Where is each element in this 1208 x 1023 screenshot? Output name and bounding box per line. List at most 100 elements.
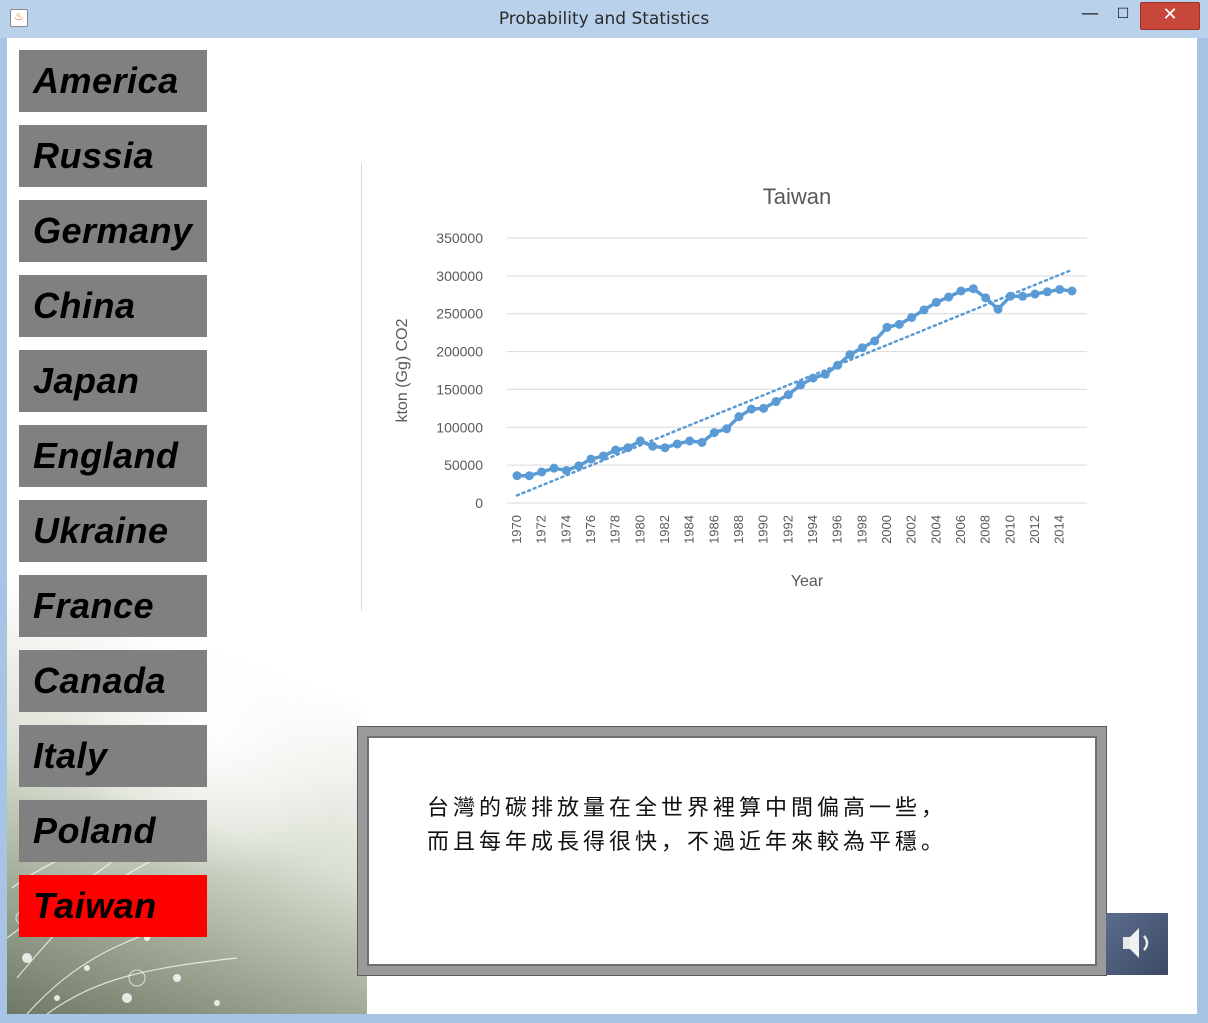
trendline — [515, 268, 1074, 497]
data-point — [623, 443, 633, 453]
x-tick-label: 1986 — [706, 515, 721, 544]
data-point — [1030, 289, 1040, 299]
data-point — [931, 297, 941, 307]
chart-panel: Taiwan 0 50000 100000 150000 200000 250000 3000… — [361, 163, 1121, 613]
country-button-label: Italy — [33, 735, 108, 776]
data-point — [524, 471, 534, 481]
data-point — [1042, 287, 1052, 297]
country-button-england[interactable]: England — [19, 425, 207, 487]
data-point — [882, 322, 892, 332]
country-button-label: Canada — [33, 660, 167, 701]
description-box: 台灣的碳排放量在全世界裡算中間偏高一些， 而且每年成長得很快，不過近年來較為平穩… — [367, 736, 1097, 966]
main-panel: America Russia Germany China Japan England Ukr… — [7, 38, 1197, 1014]
data-point — [574, 461, 584, 471]
data-point — [561, 465, 571, 475]
data-point — [1067, 286, 1077, 296]
description-panel: 台灣的碳排放量在全世界裡算中間偏高一些， 而且每年成長得很快，不過近年來較為平穩… — [357, 726, 1107, 976]
data-point — [968, 284, 978, 294]
data-point — [870, 336, 880, 346]
country-button-taiwan[interactable]: Taiwan — [19, 875, 207, 937]
country-button-germany[interactable]: Germany — [19, 200, 207, 262]
y-tick-label: 350000 — [436, 230, 483, 246]
x-tick-label: 2010 — [1002, 515, 1017, 544]
data-point — [598, 451, 608, 461]
country-button-label: America — [33, 60, 179, 101]
data-point — [759, 403, 769, 413]
data-point — [537, 467, 547, 477]
country-button-canada[interactable]: Canada — [19, 650, 207, 712]
data-point — [1005, 291, 1015, 301]
data-point — [919, 305, 929, 315]
data-point — [1018, 291, 1028, 301]
data-point — [857, 343, 867, 353]
y-axis-title: kton (Gg) CO2 — [394, 318, 411, 422]
speaker-button[interactable] — [1106, 913, 1168, 975]
x-tick-label: 1988 — [731, 515, 746, 544]
x-axis-title: Year — [791, 573, 824, 590]
x-tick-label: 1994 — [805, 515, 820, 544]
y-tick-label: 100000 — [436, 419, 483, 435]
close-button[interactable]: ✕ — [1140, 2, 1200, 30]
y-tick-label: 50000 — [444, 457, 483, 473]
data-point — [512, 471, 522, 481]
y-tick-label: 200000 — [436, 344, 483, 360]
x-tick-label: 2000 — [879, 515, 894, 544]
x-tick-label: 1996 — [830, 515, 845, 544]
data-point — [709, 428, 719, 438]
country-button-poland[interactable]: Poland — [19, 800, 207, 862]
window-title: Probability and Statistics — [498, 9, 710, 29]
data-point — [771, 397, 781, 407]
x-tick-label: 2014 — [1052, 515, 1067, 544]
country-button-russia[interactable]: Russia — [19, 125, 207, 187]
country-button-america[interactable]: America — [19, 50, 207, 112]
speaker-icon — [1106, 913, 1168, 975]
data-point — [956, 286, 966, 296]
data-point — [783, 390, 793, 400]
x-tick-label: 1974 — [558, 515, 573, 544]
emissions-chart: Taiwan 0 50000 100000 150000 200000 250000 3000… — [394, 184, 1087, 590]
data-point — [907, 313, 917, 322]
x-tick-label: 1976 — [583, 515, 598, 544]
x-tick-label: 1980 — [632, 515, 647, 544]
country-button-label: China — [33, 285, 136, 326]
app-window: ♨ Probability and Statistics — ☐ ✕ Ameri… — [0, 0, 1208, 1023]
maximize-button[interactable]: ☐ — [1108, 2, 1138, 28]
data-point — [611, 445, 621, 455]
y-tick-label: 250000 — [436, 306, 483, 322]
country-button-label: France — [33, 585, 155, 626]
x-tick-label: 2012 — [1027, 515, 1042, 544]
country-button-china[interactable]: China — [19, 275, 207, 337]
x-tick-label: 1982 — [657, 515, 672, 544]
data-point — [845, 350, 855, 360]
data-point — [981, 293, 991, 303]
country-button-italy[interactable]: Italy — [19, 725, 207, 787]
y-tick-label: 150000 — [436, 381, 483, 397]
x-tick-label: 2004 — [928, 515, 943, 544]
x-tick-label: 1990 — [756, 515, 771, 544]
data-point — [648, 441, 658, 451]
description-line-2: 而且每年成長得很快，不過近年來較為平穩。 — [427, 830, 948, 855]
minimize-button[interactable]: — — [1074, 2, 1106, 28]
country-button-label: Russia — [33, 135, 155, 176]
data-point — [894, 319, 904, 329]
data-point — [586, 454, 596, 464]
x-tick-label: 1992 — [780, 515, 795, 544]
data-point — [697, 437, 707, 447]
data-point — [685, 436, 695, 446]
x-tick-label: 1978 — [608, 515, 623, 544]
data-point — [1055, 284, 1065, 294]
data-point — [549, 463, 559, 473]
country-button-france[interactable]: France — [19, 575, 207, 637]
country-button-label: Taiwan — [33, 885, 157, 926]
country-button-japan[interactable]: Japan — [19, 350, 207, 412]
data-point — [722, 424, 732, 434]
y-tick-label: 300000 — [436, 268, 483, 284]
data-point — [833, 360, 843, 370]
y-tick-label: 0 — [475, 495, 483, 511]
x-tick-label: 2008 — [978, 515, 993, 544]
data-point — [672, 439, 682, 449]
chart-title: Taiwan — [763, 184, 831, 209]
x-tick-label: 1984 — [682, 515, 697, 544]
x-tick-label: 2006 — [953, 515, 968, 544]
country-button-ukraine[interactable]: Ukraine — [19, 500, 207, 562]
